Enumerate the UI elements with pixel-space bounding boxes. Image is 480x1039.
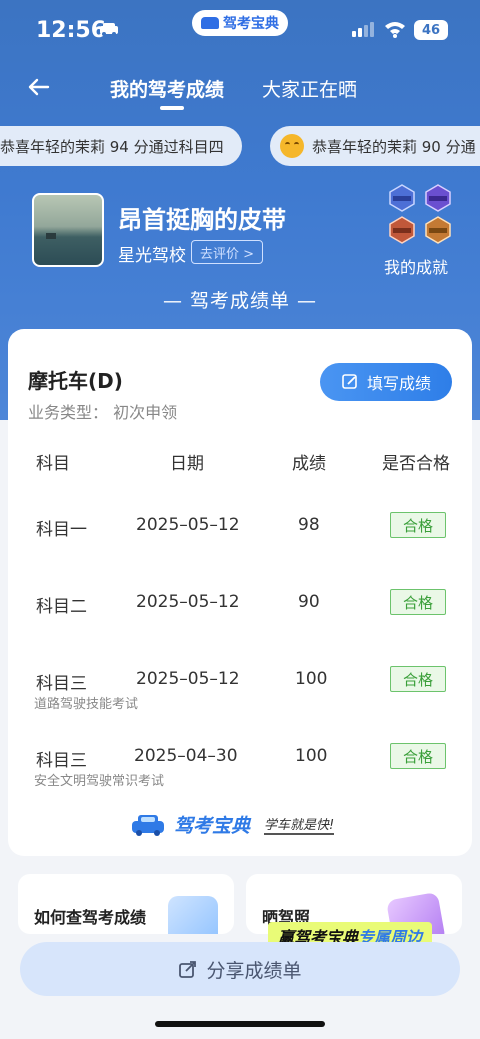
tab-everyone-sharing[interactable]: 大家正在晒	[262, 75, 357, 102]
badge-icon	[425, 184, 451, 212]
row-score: 90	[298, 592, 320, 612]
brand-car-icon	[132, 814, 164, 836]
header-date: 日期	[170, 454, 204, 474]
app-pill-label: 驾考宝典	[223, 16, 279, 32]
badge-icon	[389, 184, 415, 212]
row-subject: 科目三	[36, 751, 87, 771]
tile-label: 如何查驾考成绩	[34, 908, 147, 927]
marquee-text: 恭喜年轻的茉莉 94 分通过科目四	[0, 137, 224, 156]
fill-score-label: 填写成绩	[366, 374, 431, 393]
score-sheet-title: — 驾考成绩单 —	[162, 290, 318, 312]
share-icon	[179, 961, 197, 978]
driving-school: 星光驾校	[118, 246, 186, 266]
achievement-badges[interactable]	[386, 184, 454, 246]
rate-button[interactable]: 去评价 >	[191, 240, 264, 264]
car-icon	[100, 23, 118, 36]
score-card: 摩托车(D) 业务类型： 初次申领 填写成绩 科目 日期 成绩 是否合格 科目一…	[8, 329, 472, 856]
signal-icon	[352, 22, 374, 37]
row-subject: 科目一	[36, 520, 87, 540]
status-bar: 12:56 驾考宝典 46	[0, 0, 480, 64]
app-pill[interactable]: 驾考宝典	[192, 10, 288, 36]
battery-indicator: 46	[414, 20, 448, 40]
pass-badge: 合格	[390, 743, 446, 769]
tab-indicator	[160, 106, 184, 110]
fill-score-button[interactable]: 填写成绩	[320, 363, 452, 401]
row-score: 100	[295, 746, 328, 766]
row-score: 98	[298, 515, 320, 535]
row-note: 道路驾驶技能考试	[34, 697, 139, 712]
status-time: 12:56	[36, 18, 107, 43]
badge-icon	[389, 216, 415, 244]
document-icon	[168, 896, 218, 934]
row-date: 2025–05–12	[136, 592, 240, 612]
app-car-icon	[201, 17, 219, 29]
avatar[interactable]	[32, 193, 104, 267]
business-type: 业务类型： 初次申领	[28, 403, 178, 422]
tab-my-scores[interactable]: 我的驾考成绩	[110, 75, 224, 102]
achievements-label[interactable]: 我的成就	[384, 254, 448, 278]
header-score: 成绩	[292, 454, 326, 474]
brand-name: 驾考宝典	[174, 815, 251, 837]
edit-icon	[342, 374, 357, 389]
share-label: 分享成绩单	[206, 959, 302, 982]
tile-how-to-check[interactable]: 如何查驾考成绩	[18, 874, 234, 934]
pass-badge: 合格	[390, 589, 446, 615]
wifi-icon	[385, 22, 405, 38]
header-passed: 是否合格	[382, 454, 450, 474]
brand-slogan: 学车就是快!	[264, 814, 335, 835]
brand-watermark: 驾考宝典 学车就是快!	[130, 811, 335, 838]
smile-emoji-icon	[280, 134, 304, 158]
home-indicator	[155, 1021, 325, 1027]
marquee-item: 恭喜年轻的茉莉 90 分通	[270, 126, 480, 166]
row-score: 100	[295, 669, 328, 689]
marquee-item: 恭喜年轻的茉莉 94 分通过科目四	[0, 126, 242, 166]
row-date: 2025–05–12	[136, 669, 240, 689]
share-button[interactable]: 分享成绩单	[20, 942, 460, 996]
marquee-text: 恭喜年轻的茉莉 90 分通	[312, 137, 476, 156]
badge-icon	[425, 216, 451, 244]
row-note: 安全文明驾驶常识考试	[34, 774, 165, 789]
vehicle-type: 摩托车(D)	[28, 369, 123, 393]
row-subject: 科目三	[36, 674, 87, 694]
row-date: 2025–05–12	[136, 515, 240, 535]
back-arrow-icon[interactable]	[24, 72, 54, 102]
row-date: 2025–04–30	[134, 746, 238, 766]
pass-badge: 合格	[390, 512, 446, 538]
username: 昂首挺胸的皮带	[118, 206, 286, 234]
row-subject: 科目二	[36, 597, 87, 617]
pass-badge: 合格	[390, 666, 446, 692]
header-subject: 科目	[36, 454, 70, 474]
